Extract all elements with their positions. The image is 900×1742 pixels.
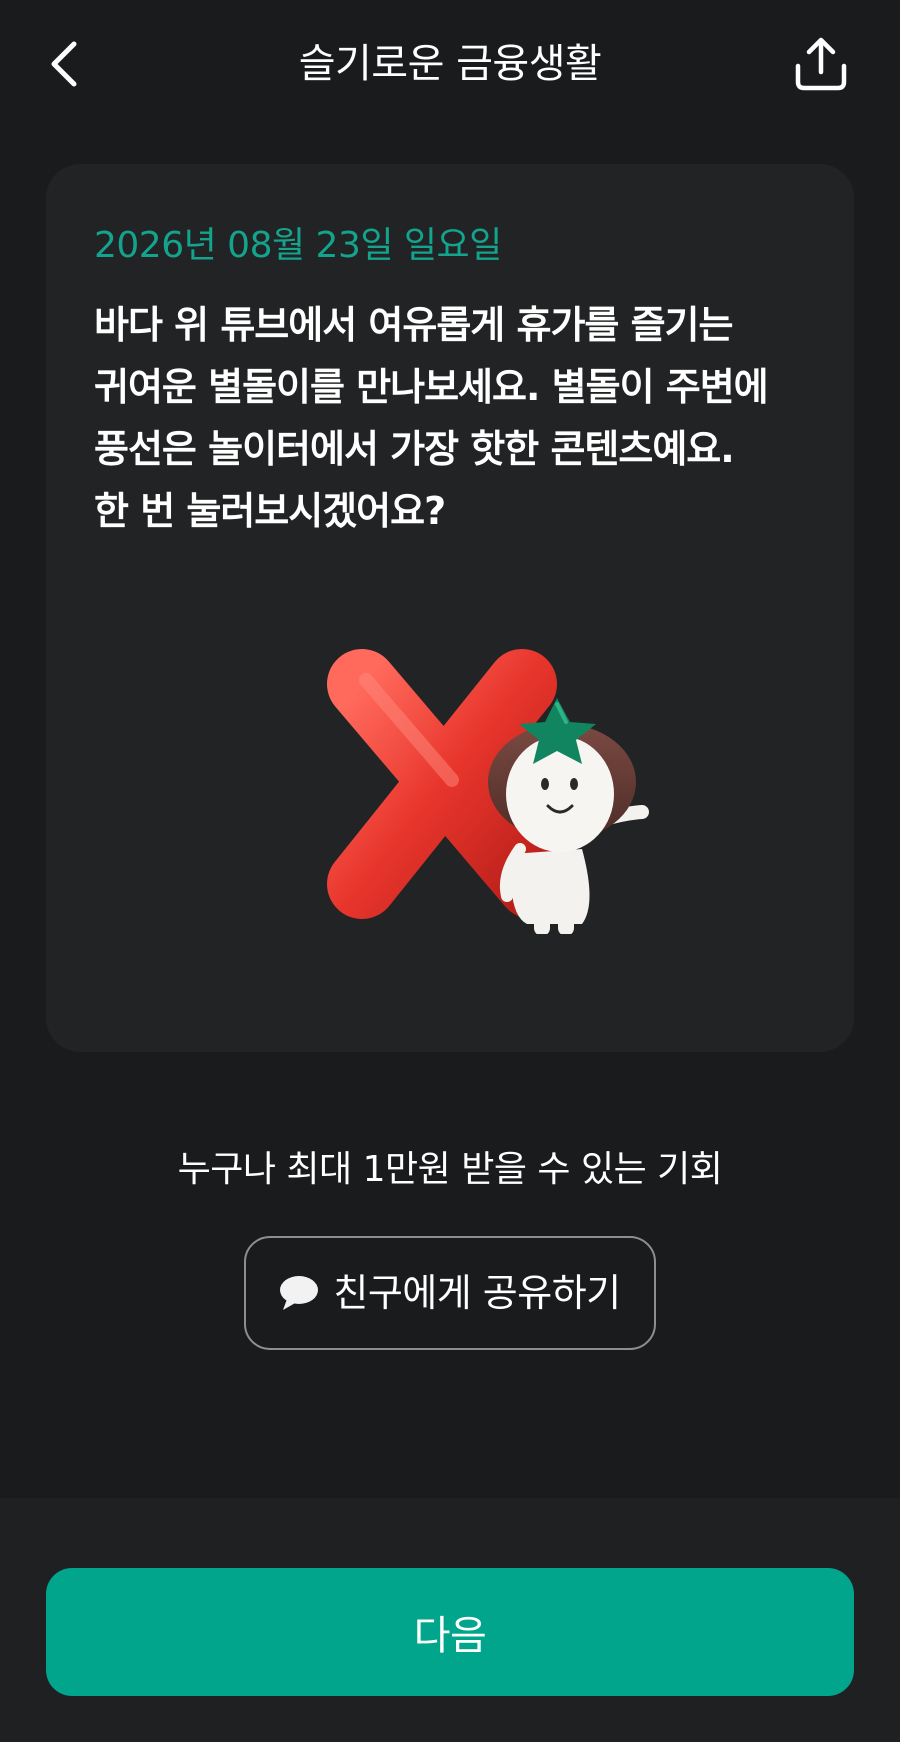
top-app-bar: 슬기로운 금융생활 — [0, 0, 900, 130]
next-button[interactable]: 다음 — [46, 1568, 854, 1696]
content-card: 2026년 08월 23일 일요일 바다 위 튜브에서 여유롭게 휴가를 즐기는… — [46, 164, 854, 1052]
body-line: 한 번 눌러보시겠어요? — [94, 489, 446, 533]
speech-bubble-icon — [280, 1276, 319, 1310]
body-line: 풍선은 놀이터에서 가장 핫한 콘텐츠예요. — [94, 427, 735, 471]
share-with-friend-button[interactable]: 친구에게 공유하기 — [244, 1236, 656, 1350]
body-line: 바다 위 튜브에서 여유롭게 휴가를 즐기는 — [94, 303, 733, 347]
chevron-left-icon — [51, 41, 77, 87]
x-mark-mascot-illustration — [312, 634, 672, 936]
date-label: 2026년 08월 23일 일요일 — [94, 225, 502, 266]
share-upload-icon — [795, 37, 847, 91]
body-line: 귀여운 별돌이를 만나보세요. 별돌이 주변에 — [94, 365, 769, 409]
share-button[interactable] — [792, 36, 850, 94]
share-with-friend-label: 친구에게 공유하기 — [333, 1271, 621, 1315]
page-title: 슬기로운 금융생활 — [298, 41, 602, 87]
red-x-mark-icon — [327, 649, 649, 936]
promo-text: 누구나 최대 1만원 받을 수 있는 기회 — [177, 1149, 723, 1190]
back-button[interactable] — [44, 38, 88, 90]
bottom-action-bar: 다음 — [0, 1498, 900, 1742]
card-body-text: 바다 위 튜브에서 여유롭게 휴가를 즐기는 귀여운 별돌이를 만나보세요. 별… — [94, 294, 824, 542]
